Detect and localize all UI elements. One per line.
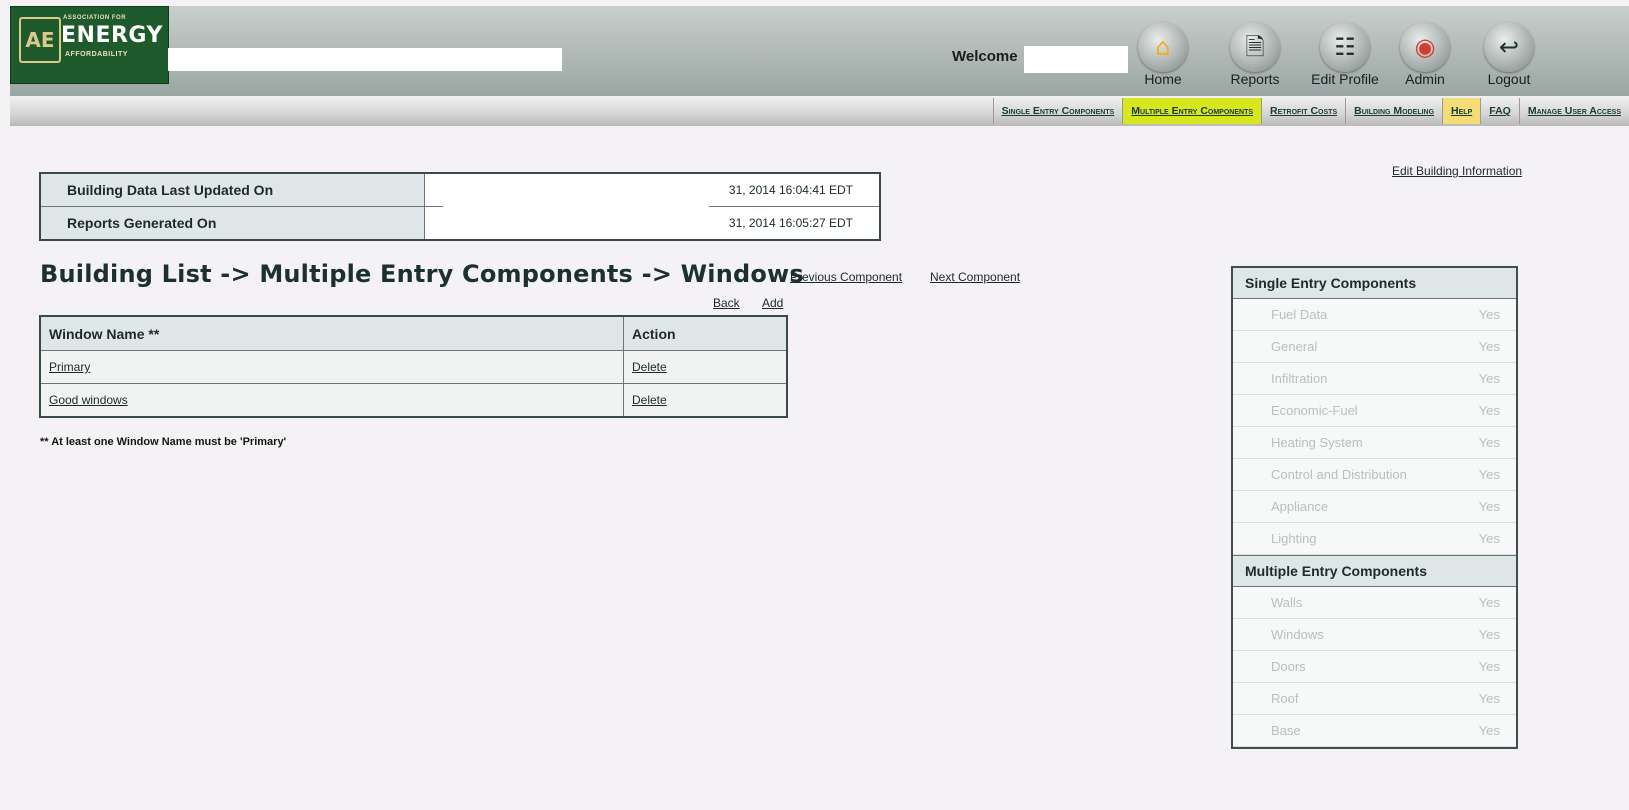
add-link[interactable]: Add xyxy=(762,296,783,310)
windows-table: Window Name ** Action Primary Delete Goo… xyxy=(39,315,788,418)
redacted-date xyxy=(443,181,709,233)
logout-icon: ↩ xyxy=(1498,33,1520,61)
admin-icon: ◉ xyxy=(1414,33,1436,61)
side-item-general[interactable]: General Yes xyxy=(1233,331,1516,363)
status-label: Yes xyxy=(1478,403,1500,418)
logo-line1: ASSOCIATION FOR xyxy=(63,15,127,21)
status-label: Yes xyxy=(1478,659,1500,674)
status-label: Yes xyxy=(1478,691,1500,706)
side-item-roof[interactable]: Roof Yes xyxy=(1233,683,1516,715)
menu-single-entry[interactable]: Single Entry Components xyxy=(992,98,1123,124)
logo-line3: AFFORDABILITY xyxy=(65,51,128,58)
column-header-window-name: Window Name ** xyxy=(39,315,624,351)
status-label: Yes xyxy=(1478,531,1500,546)
menu-multiple-entry[interactable]: Multiple Entry Components xyxy=(1122,98,1262,124)
home-button[interactable]: ⌂ Home xyxy=(1126,22,1200,94)
reports-button[interactable]: 🗎 Reports xyxy=(1218,22,1292,94)
edit-building-link[interactable]: Edit Building Information xyxy=(1392,164,1522,178)
status-label: Yes xyxy=(1478,723,1500,738)
back-link[interactable]: Back xyxy=(713,296,740,310)
menu-faq[interactable]: FAQ xyxy=(1480,98,1519,124)
info-label: Reports Generated On xyxy=(39,206,425,241)
reports-icon: 🗎 xyxy=(1245,33,1265,61)
table-row: Good windows Delete xyxy=(39,383,788,418)
info-label: Building Data Last Updated On xyxy=(39,172,425,207)
side-item-fuel-data[interactable]: Fuel Data Yes xyxy=(1233,299,1516,331)
status-label: Yes xyxy=(1478,499,1500,514)
side-item-windows[interactable]: Windows Yes xyxy=(1233,619,1516,651)
table-row: Primary Delete xyxy=(39,350,788,384)
side-item-lighting[interactable]: Lighting Yes xyxy=(1233,523,1516,555)
status-label: Yes xyxy=(1478,371,1500,386)
status-label: Yes xyxy=(1478,435,1500,450)
side-item-economic-fuel[interactable]: Economic-Fuel Yes xyxy=(1233,395,1516,427)
logo-line2: ENERGY xyxy=(61,23,163,48)
side-item-walls[interactable]: Walls Yes xyxy=(1233,587,1516,619)
footnote: ** At least one Window Name must be 'Pri… xyxy=(40,436,287,448)
table-header: Window Name ** Action xyxy=(39,315,788,351)
status-label: Yes xyxy=(1478,307,1500,322)
side-item-infiltration[interactable]: Infiltration Yes xyxy=(1233,363,1516,395)
logo-mark-icon: AE xyxy=(19,17,61,63)
side-item-control-distribution[interactable]: Control and Distribution Yes xyxy=(1233,459,1516,491)
welcome-label: Welcome xyxy=(952,48,1018,65)
aea-logo[interactable]: AE ASSOCIATION FOR ENERGY AFFORDABILITY xyxy=(10,6,169,84)
delete-link[interactable]: Delete xyxy=(632,360,667,374)
menu-manage-user-access[interactable]: Manage User Access xyxy=(1518,98,1629,124)
status-label: Yes xyxy=(1478,627,1500,642)
menu-retrofit-costs[interactable]: Retrofit Costs xyxy=(1261,98,1345,124)
page-title: Building List -> Multiple Entry Componen… xyxy=(40,260,804,288)
main-menu: Single Entry Components Multiple Entry C… xyxy=(992,98,1629,124)
logout-button[interactable]: ↩ Logout xyxy=(1472,22,1546,94)
side-item-base[interactable]: Base Yes xyxy=(1233,715,1516,747)
next-component-link[interactable]: Next Component xyxy=(930,270,1020,284)
side-item-doors[interactable]: Doors Yes xyxy=(1233,651,1516,683)
side-item-heating-system[interactable]: Heating System Yes xyxy=(1233,427,1516,459)
column-header-action: Action xyxy=(623,315,788,351)
edit-profile-icon: ☷ xyxy=(1334,33,1356,61)
admin-button[interactable]: ◉ Admin xyxy=(1388,22,1462,94)
home-icon: ⌂ xyxy=(1155,33,1171,61)
single-entry-heading: Single Entry Components xyxy=(1233,268,1516,299)
status-label: Yes xyxy=(1478,595,1500,610)
menu-help[interactable]: Help xyxy=(1442,98,1481,124)
window-name-link[interactable]: Good windows xyxy=(49,393,128,407)
status-label: Yes xyxy=(1478,467,1500,482)
redacted-username xyxy=(1024,46,1128,73)
previous-component-link[interactable]: Previous Component xyxy=(790,270,902,284)
edit-profile-button[interactable]: ☷ Edit Profile xyxy=(1308,22,1382,94)
components-panel: Single Entry Components Fuel Data Yes Gen… xyxy=(1231,266,1518,749)
multiple-entry-heading: Multiple Entry Components xyxy=(1233,555,1516,587)
side-item-appliance[interactable]: Appliance Yes xyxy=(1233,491,1516,523)
delete-link[interactable]: Delete xyxy=(632,393,667,407)
redacted-banner xyxy=(168,48,562,71)
window-name-link[interactable]: Primary xyxy=(49,360,90,374)
status-label: Yes xyxy=(1478,339,1500,354)
menu-building-modeling[interactable]: Building Modeling xyxy=(1345,98,1442,124)
